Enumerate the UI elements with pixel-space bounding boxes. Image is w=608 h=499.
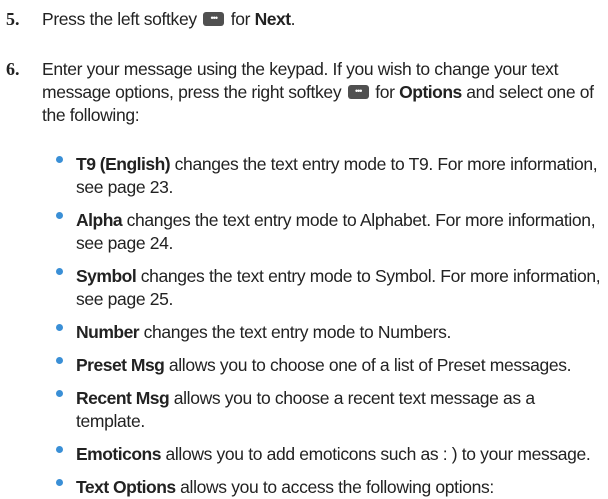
step-number: 5. bbox=[6, 9, 20, 29]
option-term: Number bbox=[76, 322, 140, 342]
bullet-icon bbox=[56, 324, 63, 331]
list-item: Emoticons allows you to add emoticons su… bbox=[56, 443, 604, 466]
step-number: 6. bbox=[6, 59, 20, 79]
list-item: Alpha changes the text entry mode to Alp… bbox=[56, 209, 604, 255]
list-item: Preset Msg allows you to choose one of a… bbox=[56, 354, 604, 377]
option-term: T9 (English) bbox=[76, 154, 171, 174]
option-term: Recent Msg bbox=[76, 388, 170, 408]
step-text-end: . bbox=[290, 9, 296, 29]
options-list: T9 (English) changes the text entry mode… bbox=[56, 153, 604, 499]
step-text: Press the left softkey for Next. bbox=[42, 7, 598, 31]
step-text: Enter your message using the keypad. If … bbox=[42, 58, 598, 127]
list-item: T9 (English) changes the text entry mode… bbox=[56, 153, 604, 199]
option-desc: allows you to choose one of a list of Pr… bbox=[168, 355, 572, 375]
bullet-icon bbox=[56, 357, 63, 364]
step-term: Options bbox=[399, 82, 462, 102]
bullet-icon bbox=[56, 446, 63, 453]
bullet-icon bbox=[56, 390, 63, 397]
step-text-mid: for bbox=[230, 9, 251, 29]
softkey-icon bbox=[347, 80, 369, 102]
option-desc: changes the text entry mode to Numbers. bbox=[143, 322, 452, 342]
option-term: Preset Msg bbox=[76, 355, 165, 375]
option-term: Alpha bbox=[76, 210, 123, 230]
manual-page: 5. Press the left softkey for Next. 6. E… bbox=[0, 0, 608, 497]
option-desc: allows you to add emoticons such as : ) … bbox=[165, 444, 591, 464]
step-text-before: Press the left softkey bbox=[42, 9, 197, 29]
step-term: Next bbox=[254, 9, 291, 29]
softkey-icon bbox=[203, 7, 225, 29]
bullet-icon bbox=[56, 212, 63, 219]
list-item: Text Options allows you to access the fo… bbox=[56, 476, 604, 499]
option-term: Emoticons bbox=[76, 444, 161, 464]
option-desc: changes the text entry mode to Symbol. F… bbox=[76, 266, 601, 309]
bullet-icon bbox=[56, 479, 63, 486]
option-desc: allows you to access the following optio… bbox=[180, 477, 494, 497]
step-text-mid: for bbox=[375, 82, 395, 102]
bullet-icon bbox=[56, 268, 63, 275]
option-term: Text Options bbox=[76, 477, 176, 497]
option-term: Symbol bbox=[76, 266, 137, 286]
list-item: Number changes the text entry mode to Nu… bbox=[56, 321, 604, 344]
list-item: Recent Msg allows you to choose a recent… bbox=[56, 387, 604, 433]
option-desc: changes the text entry mode to Alphabet.… bbox=[76, 210, 596, 253]
bullet-icon bbox=[56, 156, 63, 163]
list-item: Symbol changes the text entry mode to Sy… bbox=[56, 265, 604, 311]
